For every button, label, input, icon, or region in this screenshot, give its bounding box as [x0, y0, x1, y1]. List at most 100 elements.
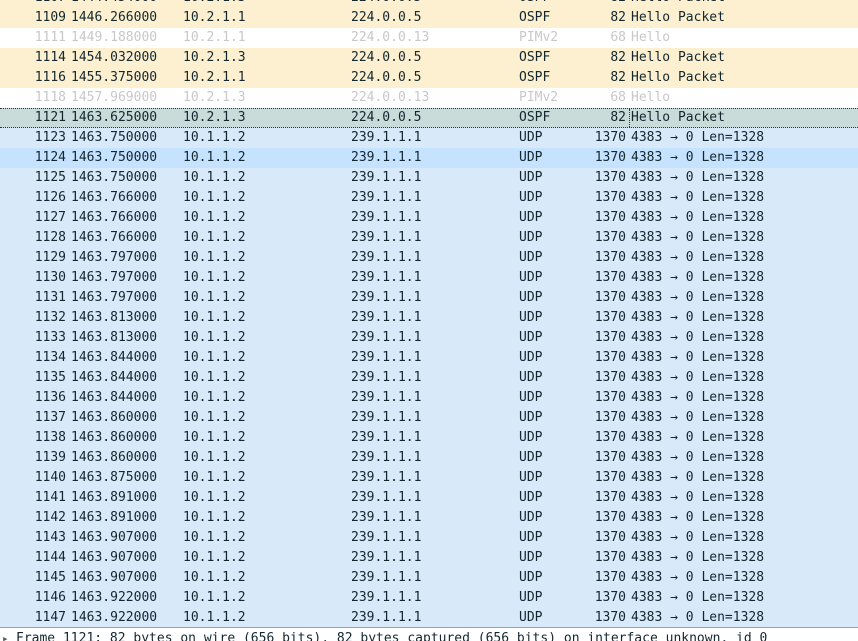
packet-destination: 239.1.1.1 [351, 570, 422, 585]
packet-row[interactable]: 1126 1463.766000 10.1.1.2 239.1.1.1 UDP 1370 4… [0, 188, 858, 208]
packet-info: 4383 → 0 Len=1328 [631, 550, 765, 565]
packet-time: 1455.375000 [71, 70, 158, 85]
packet-time: 1463.797000 [71, 290, 158, 305]
packet-length: 1370 [594, 510, 626, 525]
packet-destination: 239.1.1.1 [351, 310, 422, 325]
packet-protocol: PIMv2 [519, 30, 559, 45]
packet-number: 1118 [34, 90, 66, 105]
packet-source: 10.1.1.2 [183, 310, 246, 325]
packet-length: 1370 [594, 350, 626, 365]
packet-row[interactable]: 1133 1463.813000 10.1.1.2 239.1.1.1 UDP 1370 4… [0, 328, 858, 348]
packet-row[interactable]: 1118 1457.969000 10.2.1.3 224.0.0.13 PIMv2 68… [0, 88, 858, 108]
packet-row[interactable]: 1111 1449.188000 10.2.1.1 224.0.0.13 PIMv2 68… [0, 28, 858, 48]
packet-length: 82 [610, 110, 626, 125]
packet-row[interactable]: 1114 1454.032000 10.2.1.3 224.0.0.5 OSPF 82 He… [0, 48, 858, 68]
packet-row[interactable]: 1144 1463.907000 10.1.1.2 239.1.1.1 UDP 1370 4… [0, 548, 858, 568]
packet-info: Hello Packet [631, 70, 725, 85]
packet-list[interactable]: 11071444.45400010.2.1.3224.0.0.5OSPF82He… [0, 0, 858, 628]
packet-time: 1463.907000 [71, 570, 158, 585]
packet-row[interactable]: 1142 1463.891000 10.1.1.2 239.1.1.1 UDP 1370 4… [0, 508, 858, 528]
packet-destination: 239.1.1.1 [351, 390, 422, 405]
packet-time: 1463.891000 [71, 490, 158, 505]
packet-row[interactable]: 1125 1463.750000 10.1.1.2 239.1.1.1 UDP 1370 4… [0, 168, 858, 188]
packet-number: 1109 [34, 10, 66, 25]
packet-number: 1129 [34, 250, 66, 265]
packet-info: 4383 → 0 Len=1328 [631, 490, 765, 505]
packet-number: 1133 [34, 330, 66, 345]
packet-row[interactable]: 1128 1463.766000 10.1.1.2 239.1.1.1 UDP 1370 4… [0, 228, 858, 248]
packet-source: 10.1.1.2 [183, 370, 246, 385]
packet-source: 10.2.1.3 [183, 90, 246, 105]
packet-row[interactable]: 1147 1463.922000 10.1.1.2 239.1.1.1 UDP 1370 4… [0, 608, 858, 628]
packet-number: 1140 [34, 470, 66, 485]
packet-row[interactable]: 1107 1444.454000 10.2.1.3 224.0.0.5 OSPF 82 He… [0, 0, 858, 8]
packet-destination: 239.1.1.1 [351, 190, 422, 205]
packet-source: 10.1.1.2 [183, 410, 246, 425]
packet-number: 1135 [34, 370, 66, 385]
packet-row[interactable]: 1137 1463.860000 10.1.1.2 239.1.1.1 UDP 1370 4… [0, 408, 858, 428]
packet-row[interactable]: 1136 1463.844000 10.1.1.2 239.1.1.1 UDP 1370 4… [0, 388, 858, 408]
packet-info: 4383 → 0 Len=1328 [631, 390, 765, 405]
packet-row[interactable]: 1141 1463.891000 10.1.1.2 239.1.1.1 UDP 1370 4… [0, 488, 858, 508]
packet-time: 1457.969000 [71, 90, 158, 105]
packet-length: 1370 [594, 330, 626, 345]
packet-info: 4383 → 0 Len=1328 [631, 410, 765, 425]
packet-source: 10.1.1.2 [183, 230, 246, 245]
packet-number: 1138 [34, 430, 66, 445]
packet-source: 10.1.1.2 [183, 390, 246, 405]
packet-details-pane[interactable]: ▸ Frame 1121: 82 bytes on wire (656 bits… [0, 627, 858, 641]
packet-destination: 239.1.1.1 [351, 370, 422, 385]
packet-row[interactable]: 1124 1463.750000 10.1.1.2 239.1.1.1 UDP 1370 4… [0, 148, 858, 168]
packet-row[interactable]: 1146 1463.922000 10.1.1.2 239.1.1.1 UDP 1370 4… [0, 588, 858, 608]
packet-protocol: UDP [519, 370, 543, 385]
packet-time: 1463.860000 [71, 410, 158, 425]
packet-row-selected[interactable]: 1121 1463.625000 10.2.1.3 224.0.0.5 OSPF 82 He… [0, 108, 858, 128]
packet-info: Hello Packet [629, 109, 725, 127]
packet-number: 1124 [34, 150, 66, 165]
packet-row[interactable]: 1138 1463.860000 10.1.1.2 239.1.1.1 UDP 1370 4… [0, 428, 858, 448]
packet-row[interactable]: 1109 1446.266000 10.2.1.1 224.0.0.5 OSPF 82 He… [0, 8, 858, 28]
packet-info: 4383 → 0 Len=1328 [631, 370, 765, 385]
packet-destination: 239.1.1.1 [351, 470, 422, 485]
packet-length: 1370 [594, 310, 626, 325]
packet-source: 10.1.1.2 [183, 550, 246, 565]
packet-length: 82 [610, 10, 626, 25]
packet-protocol: OSPF [519, 0, 550, 8]
packet-row[interactable]: 1127 1463.766000 10.1.1.2 239.1.1.1 UDP 1370 4… [0, 208, 858, 228]
packet-time: 1463.860000 [71, 430, 158, 445]
packet-length: 1370 [594, 190, 626, 205]
packet-row[interactable]: 1123 1463.750000 10.1.1.2 239.1.1.1 UDP 1370 4… [0, 128, 858, 148]
packet-row[interactable]: 1139 1463.860000 10.1.1.2 239.1.1.1 UDP 1370 4… [0, 448, 858, 468]
packet-row[interactable]: 1145 1463.907000 10.1.1.2 239.1.1.1 UDP 1370 4… [0, 568, 858, 588]
packet-row[interactable]: 1143 1463.907000 10.1.1.2 239.1.1.1 UDP 1370 4… [0, 528, 858, 548]
packet-destination: 239.1.1.1 [351, 350, 422, 365]
packet-info: Hello [631, 30, 671, 45]
packet-destination: 239.1.1.1 [351, 230, 422, 245]
packet-protocol: UDP [519, 270, 543, 285]
packet-time: 1463.907000 [71, 550, 158, 565]
packet-row[interactable]: 1135 1463.844000 10.1.1.2 239.1.1.1 UDP 1370 4… [0, 368, 858, 388]
packet-row[interactable]: 1134 1463.844000 10.1.1.2 239.1.1.1 UDP 1370 4… [0, 348, 858, 368]
packet-source: 10.1.1.2 [183, 610, 246, 625]
packet-source: 10.1.1.2 [183, 450, 246, 465]
packet-source: 10.1.1.2 [183, 350, 246, 365]
packet-destination: 239.1.1.1 [351, 210, 422, 225]
packet-number: 1132 [34, 310, 66, 325]
packet-row[interactable]: 1116 1455.375000 10.2.1.1 224.0.0.5 OSPF 82 He… [0, 68, 858, 88]
packet-row[interactable]: 1129 1463.797000 10.1.1.2 239.1.1.1 UDP 1370 4… [0, 248, 858, 268]
packet-destination: 239.1.1.1 [351, 510, 422, 525]
packet-source: 10.1.1.2 [183, 470, 246, 485]
packet-number: 1139 [34, 450, 66, 465]
packet-row[interactable]: 1132 1463.813000 10.1.1.2 239.1.1.1 UDP 1370 4… [0, 308, 858, 328]
packet-row[interactable]: 1140 1463.875000 10.1.1.2 239.1.1.1 UDP 1370 4… [0, 468, 858, 488]
packet-info: 4383 → 0 Len=1328 [631, 210, 765, 225]
packet-row[interactable]: 1131 1463.797000 10.1.1.2 239.1.1.1 UDP 1370 4… [0, 288, 858, 308]
packet-destination: 239.1.1.1 [351, 430, 422, 445]
packet-time: 1463.907000 [71, 530, 158, 545]
packet-length: 1370 [594, 390, 626, 405]
packet-row[interactable]: 1130 1463.797000 10.1.1.2 239.1.1.1 UDP 1370 4… [0, 268, 858, 288]
packet-destination: 224.0.0.5 [351, 110, 422, 125]
packet-length: 1370 [594, 230, 626, 245]
packet-info: 4383 → 0 Len=1328 [631, 450, 765, 465]
packet-destination: 239.1.1.1 [351, 550, 422, 565]
